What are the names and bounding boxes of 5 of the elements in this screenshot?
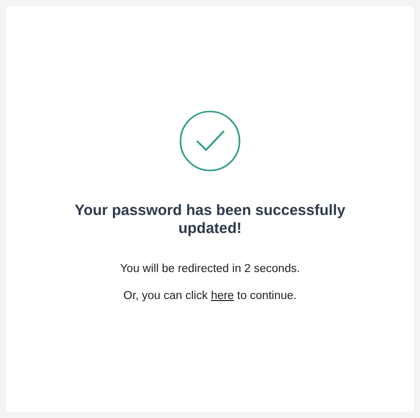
here-link[interactable]: here	[210, 290, 234, 302]
continue-message: Or, you can click here to continue.	[123, 290, 297, 302]
checkmark-icon	[179, 110, 241, 172]
success-heading: Your password has been successfully updated!	[74, 202, 346, 238]
redirect-message: You will be redirected in 2 seconds.	[120, 263, 300, 275]
